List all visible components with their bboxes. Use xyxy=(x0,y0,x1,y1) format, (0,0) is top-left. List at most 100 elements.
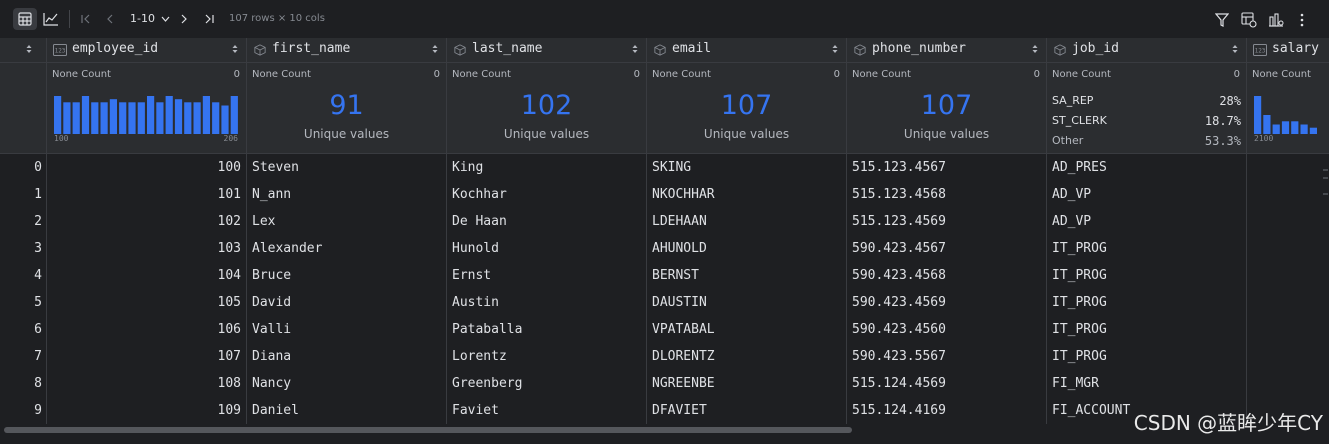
numeric-type-icon: 123 xyxy=(1253,44,1267,56)
vertical-scroll-marks[interactable] xyxy=(1322,168,1329,198)
table-cell[interactable]: 104 xyxy=(47,262,246,289)
table-cell[interactable]: Pataballa xyxy=(447,316,646,343)
table-cell[interactable]: IT_PROG xyxy=(1047,262,1246,289)
row-index: 8 xyxy=(34,376,42,391)
table-cell[interactable]: 515.124.4569 xyxy=(847,370,1046,397)
table-cell[interactable]: IT_PROG xyxy=(1047,343,1246,370)
table-cell[interactable]: Hunold xyxy=(447,235,646,262)
table-cell[interactable]: Diana xyxy=(247,343,446,370)
table-cell[interactable]: Daniel xyxy=(247,397,446,424)
table-cell[interactable]: Greenberg xyxy=(447,370,646,397)
index-header[interactable] xyxy=(0,38,46,63)
column-header[interactable]: last_name xyxy=(447,38,646,63)
table-cell[interactable]: 515.124.4169 xyxy=(847,397,1046,424)
table-cell[interactable]: BERNST xyxy=(647,262,846,289)
column-header[interactable]: first_name xyxy=(247,38,446,63)
table-cell[interactable]: DAUSTIN xyxy=(647,289,846,316)
table-cell[interactable]: 590.423.4560 xyxy=(847,316,1046,343)
table-cell[interactable]: 515.123.4567 xyxy=(847,154,1046,181)
table-cell[interactable]: Lex xyxy=(247,208,446,235)
table-cell[interactable]: FI_MGR xyxy=(1047,370,1246,397)
page-range-select[interactable]: 1-10 xyxy=(130,12,170,25)
table-cell[interactable]: 590.423.4567 xyxy=(847,235,1046,262)
more-options-icon[interactable] xyxy=(1291,9,1313,31)
table-cell[interactable]: 590.423.4569 xyxy=(847,289,1046,316)
column-header[interactable]: phone_number xyxy=(847,38,1046,63)
table-cell[interactable]: 108 xyxy=(47,370,246,397)
histogram xyxy=(54,96,238,134)
table-cell[interactable]: 106 xyxy=(47,316,246,343)
table-cell[interactable]: Faviet xyxy=(447,397,646,424)
table-cell[interactable]: 105 xyxy=(47,289,246,316)
table-cell[interactable]: Bruce xyxy=(247,262,446,289)
table-cell[interactable]: 102 xyxy=(47,208,246,235)
sort-icon[interactable] xyxy=(632,44,638,54)
table-cell[interactable]: SKING xyxy=(647,154,846,181)
scrollbar-thumb[interactable] xyxy=(4,427,852,433)
sort-icon[interactable] xyxy=(432,44,438,54)
histogram-bar xyxy=(109,99,117,134)
horizontal-scrollbar[interactable] xyxy=(0,424,1329,435)
table-cell[interactable]: AD_PRES xyxy=(1047,154,1246,181)
sort-icon[interactable] xyxy=(1032,44,1038,54)
table-cell[interactable]: NKOCHHAR xyxy=(647,181,846,208)
table-cell[interactable]: N_ann xyxy=(247,181,446,208)
table-cell[interactable]: NGREENBE xyxy=(647,370,846,397)
table-cell[interactable]: AD_VP xyxy=(1047,181,1246,208)
column-header[interactable]: email xyxy=(647,38,846,63)
table-cell[interactable]: AD_VP xyxy=(1047,208,1246,235)
table-cell[interactable]: Lorentz xyxy=(447,343,646,370)
table-cell[interactable]: IT_PROG xyxy=(1047,235,1246,262)
table-cell[interactable]: 515.123.4569 xyxy=(847,208,1046,235)
table-cell[interactable]: 100 xyxy=(47,154,246,181)
table-cell[interactable]: Austin xyxy=(447,289,646,316)
table-cell[interactable]: Valli xyxy=(247,316,446,343)
sort-icon[interactable] xyxy=(26,44,32,54)
table-cell[interactable]: 590.423.4568 xyxy=(847,262,1046,289)
filter-icon[interactable] xyxy=(1211,9,1233,31)
histogram-bar xyxy=(1309,127,1317,134)
none-count-value: 0 xyxy=(433,69,440,80)
table-cell[interactable]: 101 xyxy=(47,181,246,208)
table-cell[interactable]: DFAVIET xyxy=(647,397,846,424)
table-cell[interactable]: Nancy xyxy=(247,370,446,397)
none-count-label: None Count xyxy=(1052,69,1111,80)
table-cell[interactable]: IT_PROG xyxy=(1047,316,1246,343)
table-cell[interactable]: 590.423.5567 xyxy=(847,343,1046,370)
table-cell[interactable]: AHUNOLD xyxy=(647,235,846,262)
column-stats: None Count 2100 xyxy=(1247,63,1329,154)
table-cell[interactable]: Ernst xyxy=(447,262,646,289)
table-cell[interactable]: 109 xyxy=(47,397,246,424)
table-cell[interactable]: De Haan xyxy=(447,208,646,235)
sort-icon[interactable] xyxy=(1232,44,1238,54)
table-cell[interactable]: David xyxy=(247,289,446,316)
column-header[interactable]: 123 employee_id xyxy=(47,38,246,63)
table-cell[interactable]: Alexander xyxy=(247,235,446,262)
sort-icon[interactable] xyxy=(832,44,838,54)
table-cell[interactable]: LDEHAAN xyxy=(647,208,846,235)
previous-page-icon[interactable] xyxy=(98,8,122,30)
chart-view-icon[interactable] xyxy=(39,8,63,30)
table-cell[interactable]: Steven xyxy=(247,154,446,181)
column-stats-icon[interactable] xyxy=(1265,9,1287,31)
index-stats xyxy=(0,63,46,154)
table-cell[interactable]: Kochhar xyxy=(447,181,646,208)
table-cell[interactable]: IT_PROG xyxy=(1047,289,1246,316)
table-cell[interactable]: King xyxy=(447,154,646,181)
table-cell[interactable]: 515.123.4568 xyxy=(847,181,1046,208)
column-header[interactable]: 123 salary xyxy=(1247,38,1329,63)
next-page-icon[interactable] xyxy=(172,8,196,30)
sort-icon[interactable] xyxy=(232,44,238,54)
table-cell[interactable]: VPATABAL xyxy=(647,316,846,343)
column-settings-icon[interactable] xyxy=(1238,9,1260,31)
none-count-label: None Count xyxy=(852,69,911,80)
cube-type-icon xyxy=(254,44,266,56)
last-page-icon[interactable] xyxy=(197,8,221,30)
table-cell[interactable]: 103 xyxy=(47,235,246,262)
unique-label: Unique values xyxy=(703,127,790,141)
table-cell[interactable]: DLORENTZ xyxy=(647,343,846,370)
table-cell[interactable]: 107 xyxy=(47,343,246,370)
column-header[interactable]: job_id xyxy=(1047,38,1246,63)
table-view-icon[interactable] xyxy=(13,8,37,30)
first-page-icon[interactable] xyxy=(74,8,98,30)
